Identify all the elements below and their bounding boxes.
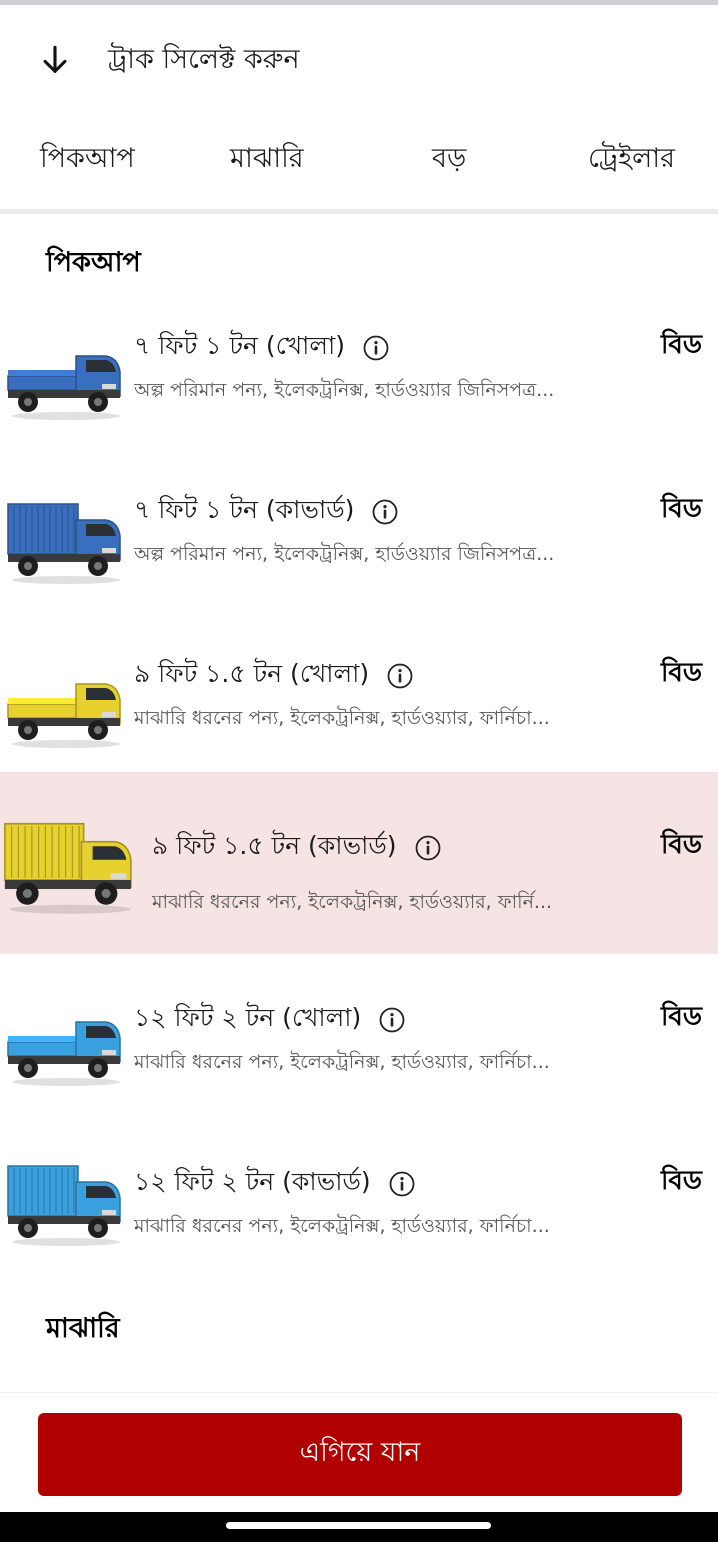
truck-description: মাঝারি ধরনের পন্য, ইলেকট্রনিক্স, হার্ডওয… xyxy=(134,707,550,729)
truck-title: ৯ ফিট ১.৫ টন (কাভার্ড) xyxy=(152,831,397,860)
truck-image xyxy=(7,355,121,420)
truck-title: ১২ ফিট ২ টন (কাভার্ড) xyxy=(134,1167,371,1196)
truck-image xyxy=(4,822,132,914)
info-icon[interactable] xyxy=(372,499,398,525)
truck-title: ৯ ফিট ১.৫ টন (খোলা) xyxy=(134,659,370,688)
truck-description: মাঝারি ধরনের পন্য, ইলেকট্রনিক্স, হার্ডওয… xyxy=(134,1051,550,1073)
truck-image xyxy=(7,683,121,748)
truck-image xyxy=(7,503,121,584)
tab-large[interactable]: বড় xyxy=(432,138,466,183)
page-title: ট্রাক সিলেক্ট করুন xyxy=(108,44,300,75)
bid-button[interactable]: বিড xyxy=(661,324,702,368)
bid-button[interactable]: বিড xyxy=(661,824,702,868)
info-icon[interactable] xyxy=(415,835,441,861)
home-indicator[interactable] xyxy=(226,1522,491,1529)
truck-row[interactable]: ৯ ফিট ১.৫ টন (খোলা) মাঝারি ধরনের পন্য, ই… xyxy=(0,624,718,784)
truck-title: ১২ ফিট ২ টন (খোলা) xyxy=(134,1003,362,1032)
section-title-medium: মাঝারি xyxy=(46,1313,120,1344)
tab-trailer[interactable]: ট্রেইলার xyxy=(588,138,675,183)
truck-list[interactable]: পিকআপ ৭ ফিট ১ টন (খোলা) অল্প পরিমান পন্য… xyxy=(0,214,718,1392)
truck-description: মাঝারি ধরনের পন্য, ইলেকট্রনিক্স, হার্ডওয… xyxy=(152,891,553,913)
section-title-pickup: পিকআপ xyxy=(46,247,141,278)
back-button[interactable] xyxy=(30,35,80,85)
info-icon[interactable] xyxy=(387,663,413,689)
truck-title: ৭ ফিট ১ টন (খোলা) xyxy=(134,331,346,360)
info-icon[interactable] xyxy=(379,1007,405,1033)
truck-image xyxy=(7,1021,121,1086)
truck-title: ৭ ফিট ১ টন (কাভার্ড) xyxy=(134,495,355,524)
truck-image xyxy=(7,1165,121,1246)
header: ট্রাক সিলেক্ট করুন xyxy=(0,5,718,109)
truck-description: মাঝারি ধরনের পন্য, ইলেকট্রনিক্স, হার্ডওয… xyxy=(134,1215,550,1237)
truck-row[interactable]: ১২ ফিট ২ টন (খোলা) মাঝারি ধরনের পন্য, ইল… xyxy=(0,968,718,1128)
bid-button[interactable]: বিড xyxy=(661,1160,702,1204)
tab-pickup[interactable]: পিকআপ xyxy=(40,138,135,183)
info-icon[interactable] xyxy=(389,1171,415,1197)
info-icon[interactable] xyxy=(363,335,389,361)
truck-row[interactable]: ৭ ফিট ১ টন (কাভার্ড) অল্প পরিমান পন্য, ই… xyxy=(0,460,718,620)
truck-category-tabs: পিকআপ মাঝারি বড় ট্রেইলার xyxy=(0,120,718,213)
bottom-bar: এগিয়ে যান xyxy=(0,1392,718,1512)
bid-button[interactable]: বিড xyxy=(661,488,702,532)
continue-button[interactable]: এগিয়ে যান xyxy=(38,1413,682,1496)
truck-row[interactable]: ৭ ফিট ১ টন (খোলা) অল্প পরিমান পন্য, ইলেক… xyxy=(0,296,718,456)
tab-medium[interactable]: মাঝারি xyxy=(230,138,304,183)
truck-row[interactable]: ১২ ফিট ২ টন (কাভার্ড) মাঝারি ধরনের পন্য,… xyxy=(0,1132,718,1292)
system-home-area xyxy=(0,1512,718,1542)
bid-button[interactable]: বিড xyxy=(661,652,702,696)
bid-button[interactable]: বিড xyxy=(661,996,702,1040)
truck-row-selected[interactable]: ৯ ফিট ১.৫ টন (কাভার্ড) মাঝারি ধরনের পন্য… xyxy=(0,772,718,954)
truck-description: অল্প পরিমান পন্য, ইলেকট্রনিক্স, হার্ডওয়… xyxy=(134,379,555,401)
arrow-down-icon xyxy=(43,45,67,73)
truck-description: অল্প পরিমান পন্য, ইলেকট্রনিক্স, হার্ডওয়… xyxy=(134,543,555,565)
